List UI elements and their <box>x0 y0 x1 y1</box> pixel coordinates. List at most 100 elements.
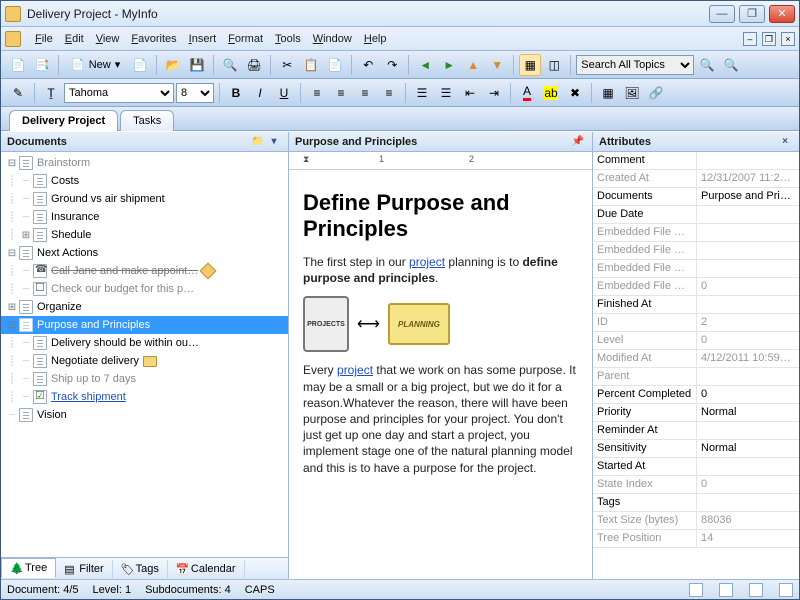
attr-value[interactable]: Normal <box>697 404 799 421</box>
view-mode-3[interactable] <box>749 583 763 597</box>
insert-table-icon[interactable]: ▦ <box>597 82 619 104</box>
view-tab-tags[interactable]: 🏷Tags <box>113 560 168 578</box>
new-subtopic-icon[interactable]: 📑 <box>31 54 53 76</box>
attr-row[interactable]: State Index0 <box>593 476 799 494</box>
attr-row[interactable]: Embedded File M… <box>593 242 799 260</box>
attr-row[interactable]: Modified At4/12/2011 10:59… <box>593 350 799 368</box>
attr-row[interactable]: Embedded File Si…0 <box>593 278 799 296</box>
save-icon[interactable]: 💾 <box>186 54 208 76</box>
expand-toggle[interactable]: ⊟ <box>5 320 19 331</box>
attr-row[interactable]: Text Size (bytes)88036 <box>593 512 799 530</box>
attr-row[interactable]: Due Date <box>593 206 799 224</box>
tree-item[interactable]: ┊┈Check our budget for this p… <box>1 280 288 298</box>
new-doc-icon[interactable]: 📄 <box>129 54 151 76</box>
tree-item[interactable]: ⊞Organize <box>1 298 288 316</box>
doc-tab-tasks[interactable]: Tasks <box>120 110 174 131</box>
insert-link-icon[interactable]: 🔗 <box>645 82 667 104</box>
attr-row[interactable]: Comment <box>593 152 799 170</box>
underline-icon[interactable]: U <box>273 82 295 104</box>
project-link-2[interactable]: project <box>337 363 373 377</box>
attr-value[interactable]: 12/31/2007 11:2… <box>697 170 799 187</box>
attributes-close-icon[interactable]: × <box>777 135 793 149</box>
new-button[interactable]: 📄 New ▾ <box>64 54 127 76</box>
attr-value[interactable] <box>697 224 799 241</box>
insert-image-icon[interactable]: 🖼 <box>621 82 643 104</box>
align-center-icon[interactable]: ≡ <box>330 82 352 104</box>
tree-item[interactable]: ┊┈Negotiate delivery <box>1 352 288 370</box>
document-tree[interactable]: ⊟Brainstorm┊┈Costs┊┈Ground vs air shipme… <box>1 152 288 557</box>
tree-item[interactable]: ┊┈Call Jane and make appoint… <box>1 262 288 280</box>
tree-item[interactable]: ┊⊞Shedule <box>1 226 288 244</box>
cut-icon[interactable]: ✂ <box>276 54 298 76</box>
view-tab-filter[interactable]: ▤Filter <box>56 560 112 578</box>
attr-value[interactable] <box>697 152 799 169</box>
redo-icon[interactable]: ↷ <box>381 54 403 76</box>
minimize-button[interactable]: — <box>709 5 735 23</box>
attr-value[interactable] <box>697 260 799 277</box>
attr-value[interactable] <box>697 422 799 439</box>
attr-value[interactable]: Purpose and Prin… <box>697 188 799 205</box>
tree-item[interactable]: ┈Vision <box>1 406 288 424</box>
indent-icon[interactable]: ⇥ <box>483 82 505 104</box>
attr-value[interactable]: 0 <box>697 332 799 349</box>
tree-item[interactable]: ┊┈Ground vs air shipment <box>1 190 288 208</box>
font-color-icon[interactable]: A <box>516 82 538 104</box>
tree-item[interactable]: ┊┈Track shipment <box>1 388 288 406</box>
menu-insert[interactable]: Insert <box>183 31 223 47</box>
attr-row[interactable]: Embedded File N… <box>593 260 799 278</box>
app-menu-icon[interactable] <box>5 31 21 47</box>
style-icon[interactable]: ✎ <box>7 82 29 104</box>
attr-value[interactable]: 0 <box>697 386 799 403</box>
panel-newfolder-icon[interactable]: 📁 <box>250 135 266 149</box>
tree-item[interactable]: ⊟Brainstorm <box>1 154 288 172</box>
attr-value[interactable] <box>697 296 799 313</box>
tree-item[interactable]: ⊟Next Actions <box>1 244 288 262</box>
expand-toggle[interactable]: ⊟ <box>5 248 19 259</box>
font-picker-icon[interactable]: Ṯ <box>40 82 62 104</box>
outdent-icon[interactable]: ⇤ <box>459 82 481 104</box>
toggle-panel-icon[interactable]: ◫ <box>543 54 565 76</box>
copy-icon[interactable]: 📋 <box>300 54 322 76</box>
attr-row[interactable]: Percent Completed0 <box>593 386 799 404</box>
expand-toggle[interactable]: ⊟ <box>5 158 19 169</box>
maximize-button[interactable]: ❐ <box>739 5 765 23</box>
attr-row[interactable]: Tree Position14 <box>593 530 799 548</box>
mdi-minimize[interactable]: – <box>743 32 757 46</box>
attr-row[interactable]: ID2 <box>593 314 799 332</box>
view-tab-calendar[interactable]: 📅Calendar <box>168 560 245 578</box>
attr-row[interactable]: Finished At <box>593 296 799 314</box>
align-left-icon[interactable]: ≡ <box>306 82 328 104</box>
mdi-close[interactable]: × <box>781 32 795 46</box>
attr-value[interactable]: 0 <box>697 278 799 295</box>
tree-item[interactable]: ┊┈Insurance <box>1 208 288 226</box>
ruler[interactable]: ⧗ 1 2 <box>289 152 592 170</box>
editor-pin-icon[interactable]: 📌 <box>570 135 586 149</box>
font-family-select[interactable]: Tahoma <box>64 83 174 103</box>
attr-value[interactable] <box>697 458 799 475</box>
font-size-select[interactable]: 8 <box>176 83 214 103</box>
attr-value[interactable]: 14 <box>697 530 799 547</box>
attr-value[interactable]: 0 <box>697 476 799 493</box>
close-button[interactable]: ✕ <box>769 5 795 23</box>
attr-value[interactable] <box>697 206 799 223</box>
print-preview-icon[interactable]: 🔍 <box>219 54 241 76</box>
attr-value[interactable]: 2 <box>697 314 799 331</box>
bullet-list-icon[interactable]: ☰ <box>411 82 433 104</box>
nav-fwd-icon[interactable]: ► <box>438 54 460 76</box>
menu-format[interactable]: Format <box>222 31 269 47</box>
view-mode-2[interactable] <box>719 583 733 597</box>
menu-view[interactable]: View <box>90 31 126 47</box>
search-clear-icon[interactable]: 🔍 <box>720 54 742 76</box>
attr-row[interactable]: PriorityNormal <box>593 404 799 422</box>
attr-value[interactable] <box>697 242 799 259</box>
number-list-icon[interactable]: ☰ <box>435 82 457 104</box>
nav-down-icon[interactable]: ▼ <box>486 54 508 76</box>
print-icon[interactable]: 🖨 <box>243 54 265 76</box>
paste-icon[interactable]: 📄 <box>324 54 346 76</box>
open-icon[interactable]: 📂 <box>162 54 184 76</box>
view-tab-tree[interactable]: 🌲Tree <box>1 558 56 578</box>
attr-row[interactable]: Level0 <box>593 332 799 350</box>
undo-icon[interactable]: ↶ <box>357 54 379 76</box>
attr-row[interactable]: Parent <box>593 368 799 386</box>
align-justify-icon[interactable]: ≡ <box>378 82 400 104</box>
